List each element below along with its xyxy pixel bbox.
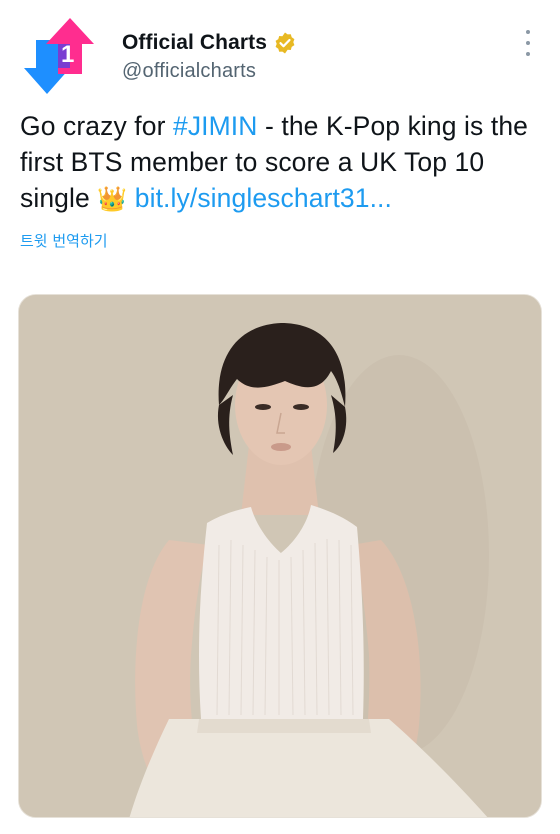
- more-vertical-icon[interactable]: [518, 30, 538, 56]
- crown-emoji: 👑: [97, 186, 128, 213]
- display-name[interactable]: Official Charts: [122, 31, 267, 55]
- user-handle[interactable]: @officialcharts: [122, 60, 297, 83]
- svg-text:1: 1: [61, 41, 74, 68]
- official-charts-logo-icon: 1: [24, 18, 94, 94]
- tweet: 1 Official Charts @officialcharts Go cra…: [0, 0, 560, 834]
- dot: [526, 52, 530, 56]
- dot: [526, 41, 530, 45]
- verified-badge-icon: [273, 31, 297, 55]
- author-info[interactable]: Official Charts @officialcharts: [122, 28, 297, 83]
- tweet-text: Go crazy for #JIMIN - the K-Pop king is …: [20, 108, 540, 218]
- translate-tweet-link[interactable]: 트윗 번역하기: [20, 230, 108, 251]
- tweet-photo[interactable]: [18, 294, 542, 818]
- url-link[interactable]: bit.ly/singleschart31...: [135, 183, 392, 213]
- avatar[interactable]: 1: [24, 18, 98, 94]
- tweet-text-prefix: Go crazy for: [20, 111, 173, 141]
- dot: [526, 30, 530, 34]
- hashtag-link[interactable]: #JIMIN: [173, 111, 258, 141]
- name-row: Official Charts: [122, 28, 297, 58]
- person-photo: [19, 295, 541, 817]
